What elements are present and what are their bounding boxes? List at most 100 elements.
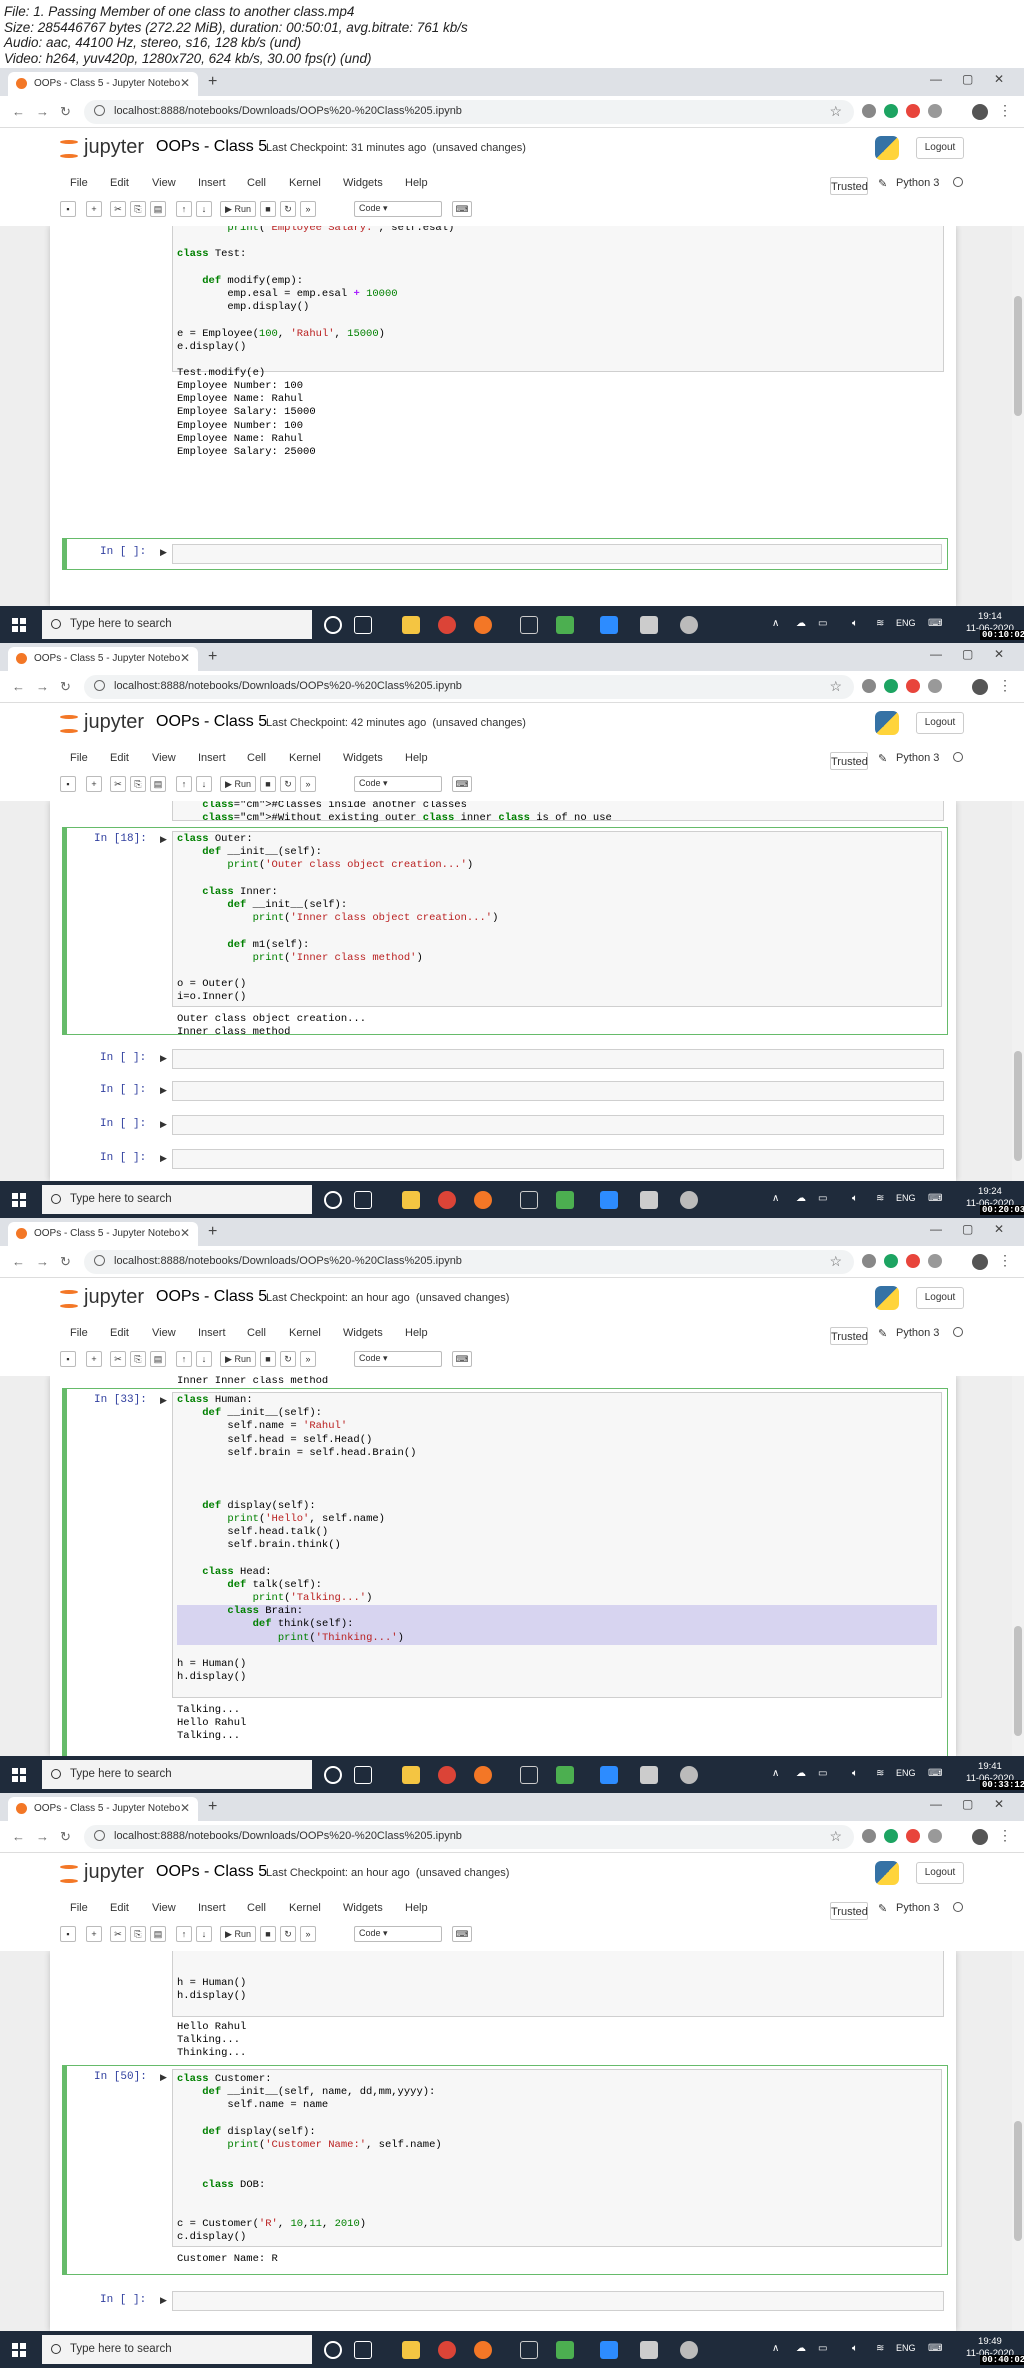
scrollbar-thumb[interactable] bbox=[1014, 2121, 1022, 2241]
stop-icon[interactable]: ■ bbox=[260, 1351, 276, 1367]
menu-view[interactable]: View bbox=[152, 752, 176, 764]
keyboard-icon[interactable]: ⌨ bbox=[452, 1351, 472, 1367]
forward-icon[interactable]: → bbox=[36, 1254, 49, 1269]
copy-icon[interactable]: ⎘ bbox=[130, 201, 146, 217]
battery-icon[interactable]: ▭ bbox=[818, 2343, 827, 2354]
wifi-icon[interactable]: ≋ bbox=[876, 618, 884, 629]
app-icon[interactable] bbox=[520, 1766, 538, 1784]
back-icon[interactable]: ← bbox=[12, 104, 25, 119]
cortana-icon[interactable] bbox=[324, 1191, 342, 1209]
profile-avatar[interactable] bbox=[972, 1829, 988, 1845]
run-cell-icon[interactable]: ▶ bbox=[160, 1053, 167, 1064]
profile-avatar[interactable] bbox=[972, 1254, 988, 1270]
menu-kernel[interactable]: Kernel bbox=[289, 752, 321, 764]
new-tab-button[interactable]: + bbox=[208, 1223, 217, 1241]
fast-forward-icon[interactable]: » bbox=[300, 201, 316, 217]
menu-edit[interactable]: Edit bbox=[110, 1327, 129, 1339]
extension-icon[interactable] bbox=[906, 1829, 920, 1843]
menu-insert[interactable]: Insert bbox=[198, 177, 226, 189]
move-up-icon[interactable]: ↑ bbox=[176, 776, 192, 792]
menu-edit[interactable]: Edit bbox=[110, 177, 129, 189]
paste-icon[interactable]: ▤ bbox=[150, 201, 166, 217]
close-tab-icon[interactable]: ✕ bbox=[180, 1801, 190, 1815]
jupyter-taskbar-icon[interactable] bbox=[474, 616, 492, 634]
minimize-icon[interactable]: — bbox=[930, 1797, 942, 1811]
move-up-icon[interactable]: ↑ bbox=[176, 1926, 192, 1942]
move-up-icon[interactable]: ↑ bbox=[176, 1351, 192, 1367]
url-input[interactable]: localhost:8888/notebooks/Downloads/OOPs%… bbox=[84, 675, 854, 699]
browser-tab[interactable]: OOPs - Class 5 - Jupyter Notebo ✕ bbox=[8, 1222, 198, 1246]
wifi-icon[interactable]: ≋ bbox=[876, 1768, 884, 1779]
menu-view[interactable]: View bbox=[152, 1327, 176, 1339]
pencil-icon[interactable]: ✎ bbox=[878, 1327, 887, 1340]
jupyter-wordmark[interactable]: jupyter bbox=[84, 711, 144, 734]
back-icon[interactable]: ← bbox=[12, 679, 25, 694]
run-button[interactable]: ▶ Run bbox=[220, 1351, 256, 1367]
code-cell-input[interactable] bbox=[172, 1049, 944, 1069]
forward-icon[interactable]: → bbox=[36, 679, 49, 694]
app-icon[interactable] bbox=[520, 2341, 538, 2359]
extension-icon[interactable] bbox=[906, 104, 920, 118]
reload-icon[interactable]: ↻ bbox=[60, 679, 71, 695]
close-window-icon[interactable]: ✕ bbox=[994, 647, 1004, 661]
jupyter-logo-icon[interactable] bbox=[60, 1863, 78, 1885]
keyboard-icon[interactable]: ⌨ bbox=[452, 776, 472, 792]
jupyter-taskbar-icon[interactable] bbox=[474, 2341, 492, 2359]
forward-icon[interactable]: → bbox=[36, 1829, 49, 1844]
zoom-icon[interactable] bbox=[600, 1191, 618, 1209]
menu-kebab-icon[interactable]: ⋮ bbox=[998, 1827, 1012, 1844]
minimize-icon[interactable]: — bbox=[930, 1222, 942, 1236]
tray-chevron-icon[interactable]: ∧ bbox=[772, 618, 779, 629]
taskbar-search-input[interactable]: Type here to search bbox=[42, 1185, 312, 1214]
tray-chevron-icon[interactable]: ∧ bbox=[772, 1193, 779, 1204]
trusted-badge[interactable]: Trusted bbox=[830, 177, 868, 195]
paste-icon[interactable]: ▤ bbox=[150, 1926, 166, 1942]
snipping-icon[interactable] bbox=[680, 2341, 698, 2359]
close-tab-icon[interactable]: ✕ bbox=[180, 76, 190, 90]
menu-insert[interactable]: Insert bbox=[198, 1902, 226, 1914]
menu-insert[interactable]: Insert bbox=[198, 1327, 226, 1339]
scrollbar-thumb[interactable] bbox=[1014, 296, 1022, 416]
battery-icon[interactable]: ▭ bbox=[818, 618, 827, 629]
copy-icon[interactable]: ⎘ bbox=[130, 1926, 146, 1942]
windows-start-icon[interactable] bbox=[12, 1193, 26, 1207]
menu-widgets[interactable]: Widgets bbox=[343, 1902, 383, 1914]
notepad-icon[interactable] bbox=[556, 1766, 574, 1784]
run-cell-icon[interactable]: ▶ bbox=[160, 1153, 167, 1164]
cut-icon[interactable]: ✂ bbox=[110, 1926, 126, 1942]
extension-icon[interactable] bbox=[928, 104, 942, 118]
fast-forward-icon[interactable]: » bbox=[300, 776, 316, 792]
keyboard-icon[interactable]: ⌨ bbox=[452, 201, 472, 217]
extension-icon[interactable] bbox=[862, 679, 876, 693]
tray-chevron-icon[interactable]: ∧ bbox=[772, 1768, 779, 1779]
save-icon[interactable]: ▪ bbox=[60, 776, 76, 792]
menu-view[interactable]: View bbox=[152, 1902, 176, 1914]
stop-icon[interactable]: ■ bbox=[260, 1926, 276, 1942]
extension-icon[interactable] bbox=[862, 104, 876, 118]
jupyter-wordmark[interactable]: jupyter bbox=[84, 1286, 144, 1309]
restart-icon[interactable]: ↻ bbox=[280, 201, 296, 217]
code-cell-input[interactable] bbox=[172, 1149, 944, 1169]
back-icon[interactable]: ← bbox=[12, 1829, 25, 1844]
close-window-icon[interactable]: ✕ bbox=[994, 1797, 1004, 1811]
volume-icon[interactable]: 🔈︎ bbox=[852, 2343, 858, 2354]
trusted-badge[interactable]: Trusted bbox=[830, 1327, 868, 1345]
bookmark-star-icon[interactable]: ☆ bbox=[829, 1828, 842, 1845]
file-explorer-icon[interactable] bbox=[402, 2341, 420, 2359]
language-indicator[interactable]: ENG bbox=[896, 1768, 916, 1778]
code-cell-input[interactable] bbox=[172, 1115, 944, 1135]
battery-icon[interactable]: ▭ bbox=[818, 1768, 827, 1779]
menu-help[interactable]: Help bbox=[405, 177, 428, 189]
move-down-icon[interactable]: ↓ bbox=[196, 776, 212, 792]
chrome-icon[interactable] bbox=[438, 2341, 456, 2359]
cell-type-select[interactable]: Code ▾ bbox=[354, 1926, 442, 1942]
keyboard-layout-icon[interactable]: ⌨ bbox=[928, 2343, 942, 2354]
jupyter-wordmark[interactable]: jupyter bbox=[84, 136, 144, 159]
menu-kernel[interactable]: Kernel bbox=[289, 177, 321, 189]
network-icon[interactable]: ☁ bbox=[796, 1768, 806, 1779]
run-cell-icon[interactable]: ▶ bbox=[160, 2072, 167, 2083]
run-cell-icon[interactable]: ▶ bbox=[160, 834, 167, 845]
task-view-icon[interactable] bbox=[354, 616, 372, 634]
vertical-scrollbar[interactable] bbox=[1012, 1951, 1024, 2331]
close-window-icon[interactable]: ✕ bbox=[994, 1222, 1004, 1236]
